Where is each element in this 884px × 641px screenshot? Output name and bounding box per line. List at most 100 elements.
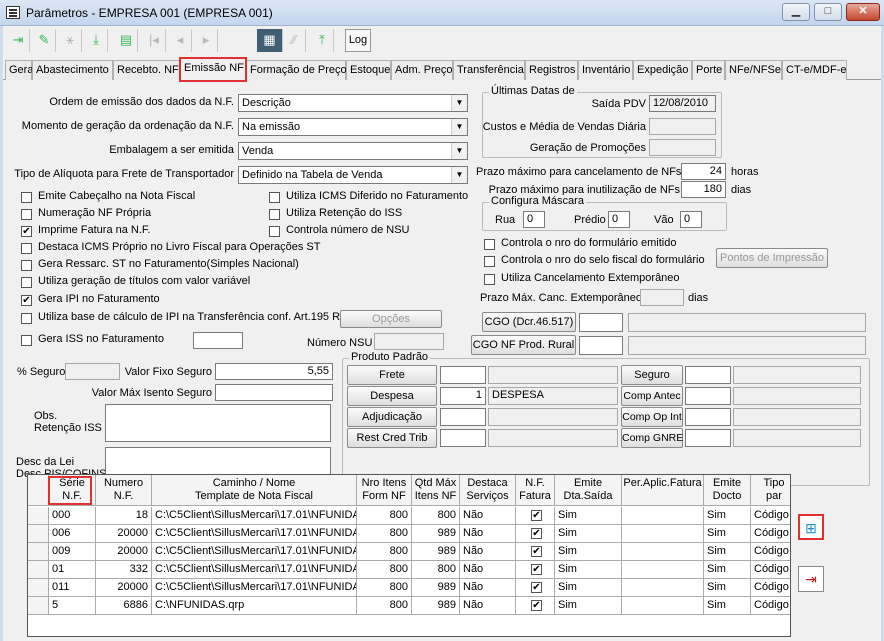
embalagem-select[interactable]: Venda ▼ — [238, 142, 468, 160]
exit-button[interactable]: ⇥ — [7, 29, 30, 52]
grid-header-3[interactable]: Nro Itens Form NF — [357, 475, 412, 506]
grid-cell-3-3[interactable]: 800 — [357, 561, 412, 579]
grid-cell-1-7[interactable]: Sim — [555, 525, 622, 543]
checks_left-checkbox-7[interactable] — [21, 313, 32, 324]
grid-cell-0-1[interactable]: 18 — [96, 507, 152, 525]
valor-max-isento-field[interactable] — [215, 384, 333, 401]
comp-gnre-code-field[interactable] — [685, 429, 731, 447]
fatura-checkbox[interactable]: ✔ — [531, 510, 542, 521]
grid-header-9[interactable]: Emite Docto — [704, 475, 751, 506]
first-button[interactable]: |◂ — [143, 29, 166, 52]
tab-registros[interactable]: Registros — [525, 60, 578, 80]
prazo-canc-field[interactable]: 24 — [681, 163, 726, 180]
fatura-checkbox[interactable]: ✔ — [531, 564, 542, 575]
grid-cell-0-8[interactable] — [622, 507, 704, 525]
valor-fixo-seguro-field[interactable]: 5,55 — [215, 363, 333, 380]
ordem-select[interactable]: Descrição ▼ — [238, 94, 468, 112]
grid-cell-4-10[interactable]: Código — [751, 579, 790, 597]
tab-adm-pre-o[interactable]: Adm. Preço — [391, 60, 453, 80]
rest-cred-code-field[interactable] — [440, 429, 486, 447]
checks_left-checkbox-8[interactable] — [21, 335, 32, 346]
grid-cell-2-7[interactable]: Sim — [555, 543, 622, 561]
grid-header-7[interactable]: Emite Dta.Saída — [555, 475, 622, 506]
tab-emiss-o-nf[interactable]: Emissão NF — [179, 57, 247, 82]
grid-cell-5-4[interactable]: 989 — [412, 597, 460, 615]
maximize-button[interactable]: □ — [814, 3, 842, 21]
grid-cell-1-5[interactable]: Não — [460, 525, 516, 543]
checks_left-checkbox-2[interactable]: ✔ — [21, 226, 32, 237]
grid-cell-5-10[interactable]: Código — [751, 597, 790, 615]
frete-code-field[interactable] — [440, 366, 486, 384]
grid-cell-4-9[interactable]: Sim — [704, 579, 751, 597]
predio-field[interactable]: 0 — [608, 211, 630, 228]
grid-cell-5-3[interactable]: 800 — [357, 597, 412, 615]
rua-field[interactable]: 0 — [523, 211, 545, 228]
grid-cell-3-0[interactable]: 01 — [49, 561, 96, 579]
pct-seguro-field[interactable] — [65, 363, 120, 380]
tab-transfer-ncia[interactable]: Transferência — [453, 60, 525, 80]
download-button[interactable]: ⤓ — [85, 29, 108, 52]
grid-cell-3-9[interactable]: Sim — [704, 561, 751, 579]
tab-nfe-nfse[interactable]: NFe/NFSe — [725, 60, 782, 80]
grid-header-10[interactable]: Tipo par — [751, 475, 790, 506]
grid-cell-2-8[interactable] — [622, 543, 704, 561]
grid-header-6[interactable]: N.F. Fatura — [516, 475, 555, 506]
cgo-rural-field[interactable] — [579, 336, 623, 355]
checks_mid-checkbox-1[interactable] — [269, 209, 280, 220]
print-button[interactable]: ▤ — [115, 29, 138, 52]
next-button[interactable]: ▸ — [195, 29, 218, 52]
grid-cell-5-5[interactable]: Não — [460, 597, 516, 615]
close-button[interactable]: ✕ — [846, 3, 880, 21]
tab-ct-e-mdf-e[interactable]: CT-e/MDF-e — [782, 60, 847, 80]
comp-antec-button[interactable]: Comp Antec — [621, 386, 683, 406]
log-button[interactable]: Log — [345, 29, 371, 52]
grid-cell-2-1[interactable]: 20000 — [96, 543, 152, 561]
checks_mid-checkbox-0[interactable] — [269, 192, 280, 203]
minimize-button[interactable]: ▁ — [782, 3, 810, 21]
fatura-checkbox[interactable]: ✔ — [531, 582, 542, 593]
tab-geral[interactable]: Geral — [5, 60, 36, 80]
add-template-button[interactable]: ⊞ — [798, 514, 824, 540]
fatura-checkbox[interactable]: ✔ — [531, 528, 542, 539]
grid-cell-1-6[interactable]: ✔ — [516, 525, 555, 543]
grid-header-2[interactable]: Caminho / Nome Template de Nota Fiscal — [152, 475, 357, 506]
comp-op-int-button[interactable]: Comp Op Int — [621, 407, 683, 427]
grid-cell-0-10[interactable]: Código — [751, 507, 790, 525]
remove-template-button[interactable]: ⇥ — [798, 566, 824, 592]
seguro-code-field[interactable] — [685, 366, 731, 384]
tab-recebto-nf[interactable]: Recebto. NF — [113, 60, 180, 80]
grid-cell-2-3[interactable]: 800 — [357, 543, 412, 561]
edit-button[interactable]: ✎ — [33, 29, 56, 52]
grid-header-1[interactable]: Numero N.F. — [96, 475, 152, 506]
fatura-checkbox[interactable]: ✔ — [531, 600, 542, 611]
tab-forma-o-de-pre-o[interactable]: Formação de Preço — [246, 60, 347, 80]
comp-gnre-button[interactable]: Comp GNRE — [621, 428, 683, 448]
aliquota-select[interactable]: Definido na Tabela de Venda ▼ — [238, 166, 468, 184]
grid-cell-4-4[interactable]: 989 — [412, 579, 460, 597]
grid-cell-5-2[interactable]: C:\NFUNIDAS.qrp — [152, 597, 357, 615]
opcoes-button[interactable]: Opções — [340, 310, 442, 328]
checks_left-checkbox-1[interactable] — [21, 209, 32, 220]
grid-cell-1-0[interactable]: 006 — [49, 525, 96, 543]
prazo-extemp-field[interactable] — [640, 289, 684, 306]
grid-cell-2-9[interactable]: Sim — [704, 543, 751, 561]
grid-cell-0-7[interactable]: Sim — [555, 507, 622, 525]
comp-op-int-code-field[interactable] — [685, 408, 731, 426]
grid-cell-1-1[interactable]: 20000 — [96, 525, 152, 543]
prev-button[interactable]: ◂ — [169, 29, 192, 52]
grid-cell-1-9[interactable]: Sim — [704, 525, 751, 543]
grid-cell-2-5[interactable]: Não — [460, 543, 516, 561]
grid-cell-5-9[interactable]: Sim — [704, 597, 751, 615]
export-button[interactable]: ⤒ — [311, 29, 334, 52]
grid-header-5[interactable]: Destaca Serviços — [460, 475, 516, 506]
grid-cell-0-4[interactable]: 800 — [412, 507, 460, 525]
cgo-dcr-button[interactable]: CGO (Dcr.46.517) — [482, 312, 576, 332]
grid-cell-0-6[interactable]: ✔ — [516, 507, 555, 525]
grid-cell-3-7[interactable]: Sim — [555, 561, 622, 579]
obs-retencao-iss-textarea[interactable] — [105, 404, 331, 442]
grid-cell-1-10[interactable]: Código — [751, 525, 790, 543]
grid-cell-4-5[interactable]: Não — [460, 579, 516, 597]
grid-cell-0-2[interactable]: C:\C5Client\SillusMercari\17.01\NFUNIDA — [152, 507, 357, 525]
grid-cell-3-6[interactable]: ✔ — [516, 561, 555, 579]
grid-cell-4-6[interactable]: ✔ — [516, 579, 555, 597]
